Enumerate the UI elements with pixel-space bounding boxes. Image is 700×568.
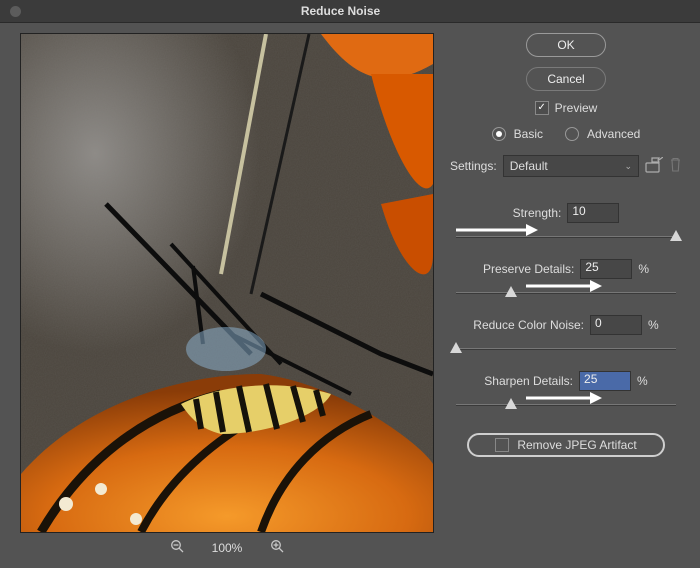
sharpen-input[interactable]: 25 [579, 371, 631, 391]
close-icon[interactable] [10, 6, 21, 17]
zoom-out-icon[interactable] [170, 539, 184, 556]
settings-select[interactable]: Default ⌄ [503, 155, 639, 177]
cancel-label: Cancel [547, 72, 584, 86]
ok-button[interactable]: OK [526, 33, 606, 57]
sharpen-group: Sharpen Details: 25 % [450, 371, 682, 413]
cancel-button[interactable]: Cancel [526, 67, 606, 91]
remove-jpeg-checkbox[interactable] [495, 438, 509, 452]
color-noise-label: Reduce Color Noise: [473, 318, 584, 332]
advanced-radio[interactable]: Advanced [565, 127, 640, 141]
preview-image[interactable] [20, 33, 434, 533]
color-noise-suffix: % [648, 318, 659, 332]
zoom-bar: 100% [170, 539, 285, 556]
mode-row: Basic Advanced [450, 127, 682, 141]
controls-panel: OK Cancel Preview Basic Advanced Setting… [440, 23, 700, 568]
preserve-group: Preserve Details: 25 % [450, 259, 682, 301]
color-noise-input[interactable]: 0 [590, 315, 642, 335]
radio-off-icon [565, 127, 579, 141]
trash-icon[interactable] [669, 157, 682, 175]
strength-input[interactable]: 10 [567, 203, 619, 223]
sharpen-slider[interactable] [456, 397, 676, 413]
preserve-label: Preserve Details: [483, 262, 574, 276]
basic-radio[interactable]: Basic [492, 127, 543, 141]
ok-label: OK [557, 38, 574, 52]
sharpen-suffix: % [637, 374, 648, 388]
color-noise-slider[interactable] [456, 341, 676, 357]
preview-label: Preview [555, 101, 598, 115]
settings-value: Default [510, 159, 548, 173]
preview-pane: 100% [0, 23, 440, 568]
settings-row: Settings: Default ⌄ [450, 155, 682, 177]
settings-label: Settings: [450, 159, 497, 173]
remove-jpeg-row: Remove JPEG Artifact [467, 433, 665, 457]
preserve-suffix: % [638, 262, 649, 276]
save-preset-icon[interactable] [645, 157, 663, 176]
window-controls [10, 6, 21, 17]
preserve-slider[interactable] [456, 285, 676, 301]
sharpen-label: Sharpen Details: [484, 374, 573, 388]
color-noise-group: Reduce Color Noise: 0 % [450, 315, 682, 357]
zoom-in-icon[interactable] [270, 539, 284, 556]
zoom-level[interactable]: 100% [212, 541, 243, 555]
preview-toggle-row: Preview [450, 101, 682, 115]
window-title: Reduce Noise [21, 4, 700, 18]
reduce-noise-dialog: Reduce Noise [0, 0, 700, 568]
strength-label: Strength: [513, 206, 562, 220]
titlebar: Reduce Noise [0, 0, 700, 23]
preview-checkbox[interactable] [535, 101, 549, 115]
advanced-label: Advanced [587, 127, 640, 141]
chevron-down-icon: ⌄ [624, 161, 632, 172]
preserve-input[interactable]: 25 [580, 259, 632, 279]
basic-label: Basic [514, 127, 543, 141]
remove-jpeg-label: Remove JPEG Artifact [517, 438, 636, 452]
radio-on-icon [492, 127, 506, 141]
strength-group: Strength: 10 [450, 203, 682, 245]
strength-slider[interactable] [456, 229, 676, 245]
